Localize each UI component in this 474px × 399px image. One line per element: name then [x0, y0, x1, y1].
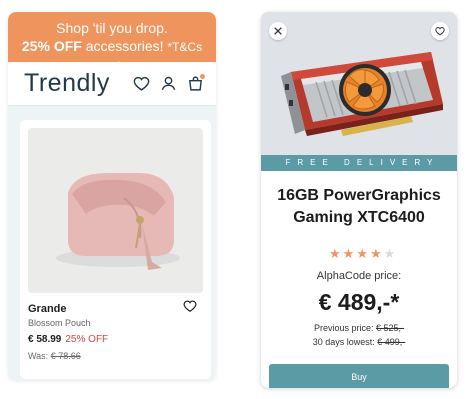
user-icon[interactable]: [160, 75, 177, 92]
was-label: Was:: [28, 351, 49, 361]
star-icon: ★: [369, 246, 382, 261]
product-was-price: Was: € 78.66: [28, 351, 81, 361]
product-name[interactable]: Grande: [28, 299, 67, 317]
star-icon: ★: [342, 246, 355, 261]
star-icon: ★: [356, 246, 368, 261]
product-name-text: Grande: [28, 303, 67, 315]
logo[interactable]: Trendly: [24, 69, 133, 98]
heart-icon: [435, 27, 445, 36]
shop-app-card: Shop 'til you drop. 25% OFF accessories!…: [8, 12, 216, 380]
favorite-button[interactable]: [431, 22, 449, 40]
product-image-gpu[interactable]: [261, 12, 457, 155]
product-detail-card: FREE DELIVERY 16GB PowerGraphics Gaming …: [261, 12, 457, 388]
promo-highlight: 25% OFF: [21, 38, 82, 54]
product-title: 16GB PowerGraphics Gaming XTC6400: [277, 187, 441, 226]
promo-rest: accessories!: [81, 38, 164, 54]
product-price: € 58.99: [28, 334, 62, 345]
was-value: € 78.66: [50, 351, 81, 361]
star-icon: ★: [383, 246, 396, 261]
main-price: € 489,-*: [318, 289, 400, 315]
buy-button[interactable]: Buy: [269, 364, 449, 388]
star-icon: ★: [329, 246, 341, 261]
lowest-price-value: € 499,-: [377, 337, 406, 347]
promo-headline: Shop 'til you drop.: [56, 20, 168, 36]
app-header: Trendly: [8, 62, 216, 106]
product-image-pouch[interactable]: [28, 128, 203, 293]
free-delivery-banner: FREE DELIVERY: [261, 155, 457, 171]
cart-badge: [200, 74, 205, 79]
previous-price-label: Previous price:: [313, 323, 374, 333]
product-subtitle: Blossom Pouch: [28, 318, 91, 328]
close-icon: [274, 27, 282, 35]
product-price-row: € 58.99 25% OFF: [28, 334, 108, 345]
heart-icon[interactable]: [133, 75, 150, 92]
cart-icon[interactable]: [187, 74, 205, 92]
previous-price-value: € 525,-: [376, 323, 405, 333]
close-button[interactable]: [269, 22, 287, 40]
lowest-price: 30 days lowest: € 499,-: [261, 337, 457, 347]
product-discount: 25% OFF: [65, 334, 109, 345]
lowest-price-label: 30 days lowest:: [312, 337, 375, 347]
vendor-price-label: AlphaCode price:: [316, 270, 402, 282]
previous-price: Previous price: € 525,-: [261, 323, 457, 333]
promo-banner[interactable]: Shop 'til you drop. 25% OFF accessories!…: [8, 12, 216, 73]
rating-stars: ★ ★ ★ ★ ★: [329, 247, 395, 260]
wishlist-heart-icon[interactable]: [183, 299, 197, 313]
